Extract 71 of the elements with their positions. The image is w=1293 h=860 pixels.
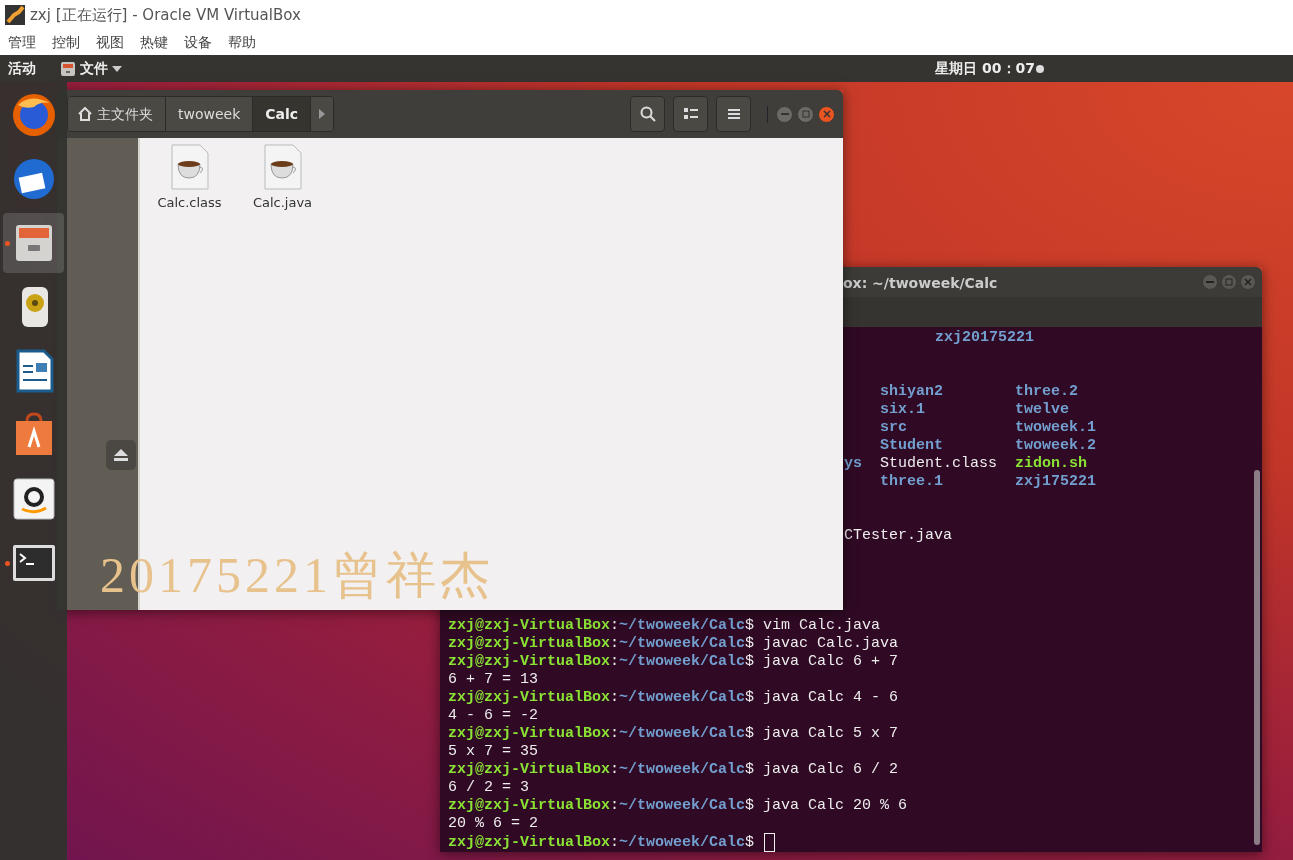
eject-button[interactable] bbox=[106, 440, 136, 470]
terminal-line: 4 - 6 = -2 bbox=[448, 707, 538, 724]
virtualbox-logo-icon bbox=[4, 4, 26, 26]
window-title: ox: ~/twoweek/Calc bbox=[843, 274, 998, 293]
home-icon bbox=[78, 107, 92, 121]
path-forward-button[interactable] bbox=[311, 97, 334, 131]
menu-item[interactable]: 帮助 bbox=[228, 32, 256, 53]
path-button[interactable]: Calc bbox=[253, 97, 312, 131]
terminal-text: Student bbox=[880, 437, 943, 455]
terminal-text: three.2 bbox=[1015, 383, 1078, 401]
terminal-text: twoweek.2 bbox=[1015, 437, 1096, 455]
menu-icon bbox=[727, 108, 740, 120]
minimize-icon bbox=[1206, 278, 1214, 286]
running-indicator bbox=[5, 561, 10, 566]
menu-item[interactable]: 设备 bbox=[184, 32, 212, 53]
file-name[interactable]: Calc.java bbox=[252, 193, 313, 213]
menu-item[interactable]: 热键 bbox=[140, 32, 168, 53]
terminal-text: three.1 bbox=[880, 473, 943, 491]
menu-item[interactable]: 管理 bbox=[8, 32, 36, 53]
terminal-text: six.1 bbox=[880, 401, 925, 419]
terminal-text: shiyan2 bbox=[880, 383, 943, 401]
terminal-line: zxj@zxj-VirtualBox:~/twoweek/Calc$ vim Calc.java bbox=[448, 617, 881, 634]
terminal-text: twelve bbox=[1015, 401, 1069, 419]
terminal-text: twoweek.1 bbox=[1015, 419, 1096, 437]
eject-icon bbox=[114, 449, 128, 461]
window-title: zxj [正在运行] - Oracle VM VirtualBox bbox=[30, 4, 301, 26]
view-toggle-button[interactable] bbox=[673, 96, 708, 132]
terminal-line: 5 x 7 = 35 bbox=[448, 743, 538, 760]
terminal-text: ys bbox=[844, 455, 862, 473]
coffee-cup-file-icon[interactable] bbox=[170, 144, 209, 190]
close-icon bbox=[822, 110, 831, 118]
terminal-line: 6 + 7 = 13 bbox=[448, 671, 538, 688]
terminal-text: zxj175221 bbox=[1015, 473, 1096, 491]
terminal-text: zxj20175221 bbox=[935, 329, 1035, 347]
running-indicator bbox=[5, 241, 10, 246]
terminal-line: zxj@zxj-VirtualBox:~/twoweek/Calc$ java Calc 6 / 2 bbox=[448, 761, 899, 778]
terminal-text: Student.class bbox=[880, 455, 998, 473]
clock[interactable]: 星期日 00：07 bbox=[935, 58, 1035, 79]
menu-item[interactable]: 控制 bbox=[52, 32, 80, 53]
close-button[interactable] bbox=[818, 105, 835, 123]
coffee-cup-file-icon[interactable] bbox=[263, 144, 302, 190]
terminal-line: zxj@zxj-VirtualBox:~/twoweek/Calc$ bbox=[448, 834, 755, 852]
terminal-text: CTester.java bbox=[844, 527, 953, 545]
close-icon bbox=[1244, 278, 1252, 286]
caret-icon bbox=[112, 64, 122, 73]
terminal-text: src bbox=[880, 419, 907, 437]
list-view-icon bbox=[683, 108, 698, 120]
minimize-icon bbox=[780, 110, 789, 118]
terminal-text: zidon.sh bbox=[1015, 455, 1087, 473]
indicator-dot-icon bbox=[1035, 63, 1045, 74]
file-name[interactable]: Calc.class bbox=[157, 193, 222, 213]
terminal-line: zxj@zxj-VirtualBox:~/twoweek/Calc$ javac Calc.java bbox=[448, 635, 899, 652]
activities-button[interactable]: 活动 bbox=[8, 58, 36, 79]
path-button[interactable]: 主文件夹 bbox=[68, 97, 166, 131]
maximize-icon bbox=[801, 110, 810, 118]
cabinet-icon bbox=[60, 60, 76, 77]
terminal-line: 6 / 2 = 3 bbox=[448, 779, 529, 796]
terminal-line: zxj@zxj-VirtualBox:~/twoweek/Calc$ java Calc 20 % 6 bbox=[448, 797, 908, 814]
terminal-line: zxj@zxj-VirtualBox:~/twoweek/Calc$ java Calc 4 - 6 bbox=[448, 689, 899, 706]
path-button[interactable]: twoweek bbox=[166, 97, 254, 131]
search-icon bbox=[639, 106, 656, 122]
chevron-right-icon bbox=[319, 109, 326, 119]
menu-item[interactable]: 视图 bbox=[96, 32, 124, 53]
search-button[interactable] bbox=[630, 96, 665, 132]
app-menu[interactable]: 文件 bbox=[60, 58, 122, 79]
terminal-line: zxj@zxj-VirtualBox:~/twoweek/Calc$ java Calc 6 + 7 bbox=[448, 653, 899, 670]
maximize-icon bbox=[1225, 278, 1233, 286]
terminal-line: 20 % 6 = 2 bbox=[448, 815, 538, 832]
terminal-line: zxj@zxj-VirtualBox:~/twoweek/Calc$ java Calc 5 x 7 bbox=[448, 725, 899, 742]
scrollbar-thumb[interactable] bbox=[1254, 470, 1260, 845]
menu-button[interactable] bbox=[716, 96, 751, 132]
